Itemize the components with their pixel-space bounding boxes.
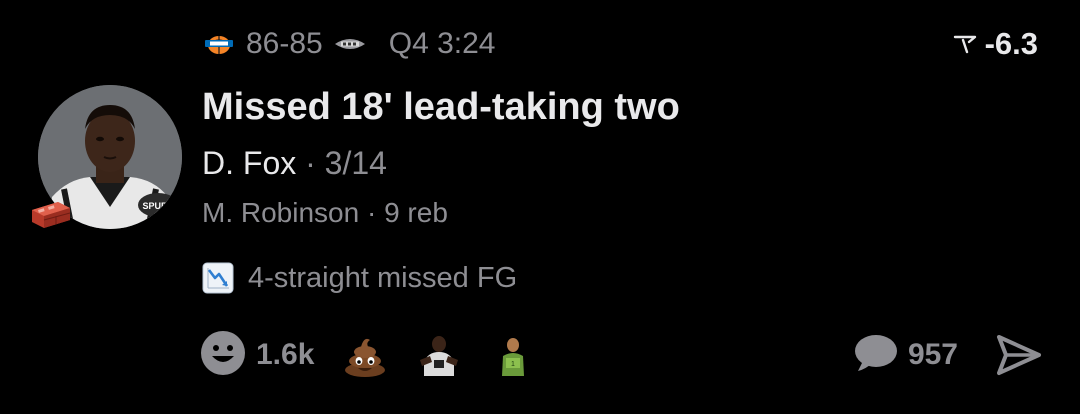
player-stat: 3/14 — [324, 145, 387, 181]
player-gif-1[interactable] — [416, 332, 462, 378]
play-card[interactable]: 86-85 Q4 3:24 -6.3 SPURS Missed 18' lead… — [0, 0, 1080, 414]
smiley-icon — [200, 330, 246, 381]
separator: · — [305, 145, 316, 181]
player-line[interactable]: D. Fox · 3/14 — [202, 145, 387, 182]
reactions-row: 1.6k 1 — [200, 330, 536, 380]
svg-text:1: 1 — [511, 361, 515, 368]
send-button[interactable] — [996, 333, 1042, 377]
player-gif-2[interactable]: 1 — [490, 332, 536, 378]
knicks-logo-icon — [202, 33, 236, 55]
spurs-logo-icon — [333, 33, 367, 55]
play-title: Missed 18' lead-taking two — [202, 86, 680, 128]
player-name[interactable]: D. Fox — [202, 145, 296, 181]
reaction-count: 1.6k — [256, 338, 315, 371]
secondary-player-name[interactable]: M. Robinson — [202, 197, 359, 228]
comment-count: 957 — [907, 338, 958, 371]
spread-value: -6.3 — [984, 26, 1038, 61]
secondary-player-stat: 9 reb — [384, 197, 448, 228]
add-reaction-button[interactable]: 1.6k — [200, 330, 314, 381]
line-movement-icon — [953, 26, 977, 62]
brick-icon — [30, 196, 72, 230]
separator: · — [366, 197, 377, 228]
send-icon — [996, 335, 1042, 381]
comments-button[interactable]: 957 — [852, 330, 958, 380]
game-clock: Q4 3:24 — [388, 27, 496, 60]
streak-note: 4-straight missed FG — [202, 258, 517, 298]
secondary-player-line[interactable]: M. Robinson · 9 reb — [202, 197, 448, 229]
poop-emoji[interactable] — [342, 332, 388, 378]
chart-decreasing-icon — [202, 262, 234, 294]
score-text: 86-85 — [246, 27, 323, 60]
speech-bubble-icon — [852, 333, 898, 378]
streak-text: 4-straight missed FG — [248, 261, 518, 294]
svg-text:SPURS: SPURS — [142, 201, 173, 211]
game-score-row: 86-85 Q4 3:24 — [202, 22, 495, 66]
spread-line[interactable]: -6.3 — [953, 22, 1038, 66]
